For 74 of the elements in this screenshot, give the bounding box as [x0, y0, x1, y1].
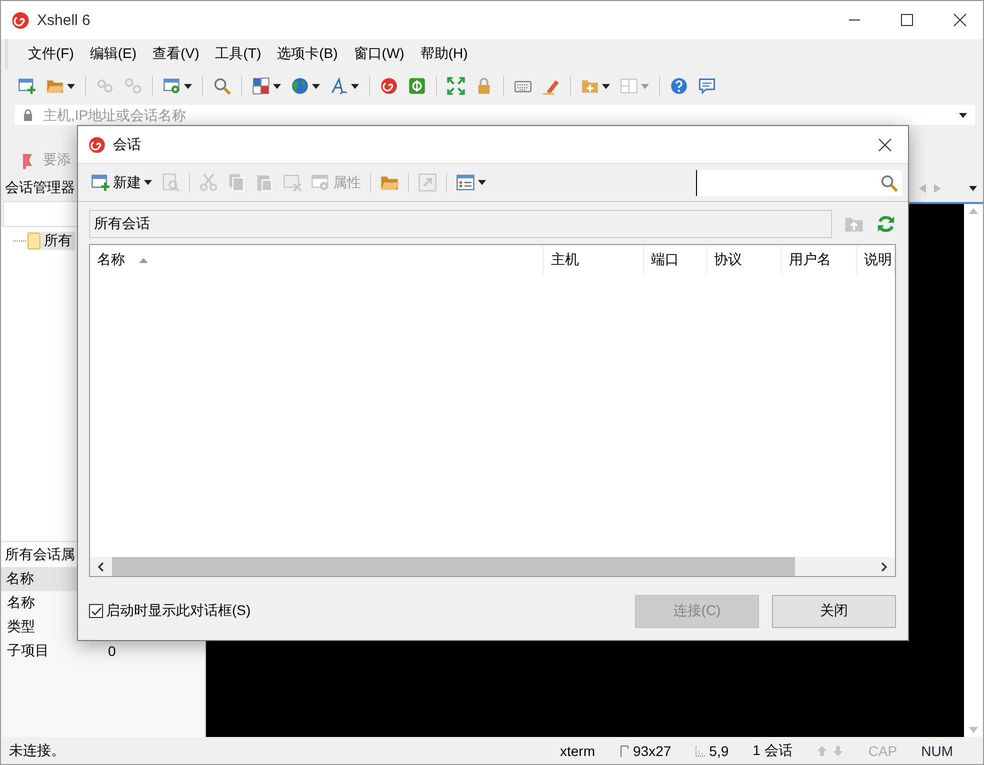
- palette-icon[interactable]: [252, 77, 270, 95]
- folder-icon: [27, 232, 41, 250]
- property-name: 类型: [7, 618, 35, 636]
- property-name: 名称: [7, 594, 35, 612]
- caret-icon[interactable]: [312, 84, 320, 88]
- column-header[interactable]: 名称: [90, 245, 544, 275]
- session-list[interactable]: 名称 主机 端口 协议 用户名 说明: [89, 244, 896, 577]
- column-header[interactable]: 用户名: [782, 245, 857, 275]
- column-header: 名称: [6, 570, 34, 588]
- tree-line-icon: [13, 240, 27, 242]
- gear-icon[interactable]: [163, 77, 181, 95]
- caret-icon[interactable]: [273, 84, 281, 88]
- caret-icon[interactable]: [602, 84, 610, 88]
- property-value: 0: [108, 643, 116, 659]
- column-header[interactable]: 协议: [707, 245, 782, 275]
- window-plus-icon[interactable]: [91, 173, 110, 192]
- search-field[interactable]: [696, 170, 902, 196]
- caret-icon[interactable]: [144, 180, 152, 185]
- horizontal-scrollbar[interactable]: [90, 557, 895, 576]
- caret-icon[interactable]: [351, 84, 359, 88]
- window-plus-icon[interactable]: [18, 77, 36, 95]
- window-title: Xshell 6: [37, 12, 92, 28]
- menu-item[interactable]: 查看(V): [144, 45, 208, 63]
- checkbox[interactable]: [89, 604, 103, 618]
- square-logo-icon[interactable]: [408, 77, 426, 95]
- chat-icon[interactable]: [698, 77, 716, 95]
- font-icon[interactable]: [330, 77, 348, 95]
- links-hint: 要添: [43, 151, 71, 169]
- sort-arrow-icon: [139, 258, 148, 262]
- panel-title: 会话管理器: [5, 179, 75, 197]
- spiral-icon[interactable]: [380, 77, 398, 95]
- search-icon[interactable]: [880, 172, 898, 192]
- fullscreen-icon[interactable]: [447, 77, 465, 95]
- cursor-position-icon: [695, 744, 706, 756]
- menu-item[interactable]: 帮助(H): [412, 45, 476, 63]
- caret-icon[interactable]: [969, 186, 977, 191]
- path-field[interactable]: 所有会话: [89, 210, 832, 238]
- caret-icon[interactable]: [959, 112, 967, 118]
- caret-icon[interactable]: [478, 180, 486, 185]
- key-indicator: NUM: [921, 742, 953, 758]
- menu-item[interactable]: 工具(T): [207, 45, 270, 63]
- scrollbar-thumb[interactable]: [112, 557, 795, 576]
- status-message: 未连接。: [9, 742, 66, 760]
- menu-item[interactable]: 窗口(W): [346, 45, 412, 63]
- tree-item[interactable]: 所有: [41, 232, 75, 250]
- terminal-size: 93x27: [633, 742, 672, 758]
- toolbar-button[interactable]: 新建: [88, 173, 155, 192]
- list-view-icon[interactable]: [456, 173, 475, 192]
- dialog-title: 会话: [113, 136, 142, 154]
- checkbox-label[interactable]: 启动时显示此对话框(S): [106, 602, 251, 620]
- column-header[interactable]: 端口: [644, 245, 707, 275]
- resize-icon: [619, 744, 629, 756]
- menu-item[interactable]: 编辑(E): [82, 45, 145, 63]
- status-text: xterm: [560, 742, 595, 758]
- lock-icon: [23, 109, 33, 121]
- caret-icon[interactable]: [184, 84, 192, 88]
- menu-item[interactable]: 选项卡(B): [269, 45, 346, 63]
- caret-icon[interactable]: [67, 84, 75, 88]
- help-icon[interactable]: [670, 77, 688, 95]
- globe-icon[interactable]: [291, 77, 309, 95]
- status-text: 1 会话: [752, 742, 792, 760]
- dialog-button[interactable]: 关闭: [772, 594, 896, 628]
- menu-item[interactable]: 文件(F): [20, 45, 82, 63]
- column-header[interactable]: 主机: [544, 245, 644, 275]
- property-name: 子项目: [7, 642, 49, 660]
- search-icon[interactable]: [213, 77, 231, 95]
- refresh-icon[interactable]: [876, 214, 896, 234]
- properties-title: 所有会话属: [5, 546, 75, 564]
- spiral-icon[interactable]: [88, 136, 106, 154]
- key-indicator: CAP: [868, 742, 898, 758]
- cursor-position: 5,9: [709, 742, 729, 758]
- checkmark-icon: [90, 606, 102, 616]
- column-header[interactable]: 说明: [857, 245, 895, 275]
- spiral-icon[interactable]: [11, 10, 30, 30]
